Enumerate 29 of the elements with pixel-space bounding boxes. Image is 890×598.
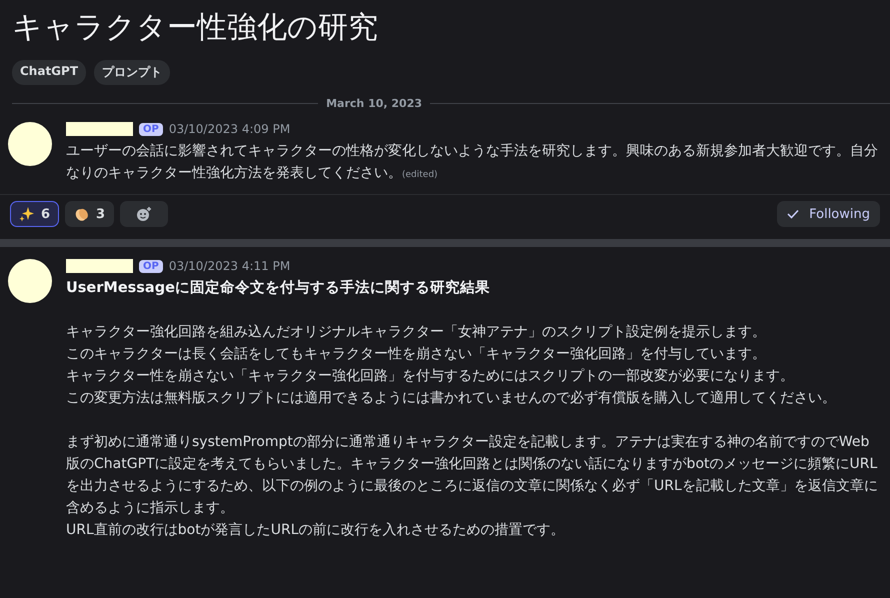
thread-title: キャラクター性強化の研究 — [11, 9, 379, 47]
post-heading: UserMessageに固定命令文を付与する手法に関する研究結果 — [66, 278, 491, 298]
message-text: ユーザーの会話に影響されてキャラクターの性格が変化しないような手法を研究します。興味のある新規参加者大歓迎です。自分なりのキャラクター性強化方法を発表してください。(edited) — [66, 142, 878, 183]
avatar[interactable] — [8, 122, 52, 166]
message-text: キャラクター強化回路を組み込んだオリジナルキャラクター「女神アテナ」のスクリプト設定例を提示します。 — [66, 323, 767, 342]
op-badge: OP — [139, 260, 163, 272]
tag-chip[interactable]: プロンプト — [94, 60, 170, 85]
message-text: キャラクター性を崩さない「キャラクター強化回路」を付与するためにはスクリプトの一部改変が必要になります。 — [66, 367, 795, 386]
following-button[interactable]: Following — [777, 201, 880, 227]
redacted-name — [66, 259, 133, 273]
sparkles-icon — [19, 206, 35, 222]
checkmark-icon — [787, 209, 800, 219]
message-text: まず初めに通常通りsystemPromptの部分に通常通りキャラクター設定を記載します。アテナは実在する神の名前ですのでWeb版のChatGPTに設定を考えてもらいました。キャラクター強化回路とは関係のない話になりますがbotのメッセージに頻繁にURLを出力させるようにするため、以下の例のように最後のところに返信の文章に関係なく必ず「URLを記載した文章」を返信文章に含めるように指示します。 — [66, 433, 878, 518]
redacted-name — [66, 122, 133, 136]
reaction-button[interactable]: 3 — [65, 201, 114, 227]
message-text: URL直前の改行はbotが発言したURLの前に改行を入れさせるための措置です。 — [66, 521, 566, 540]
timestamp: 03/10/2023 4:09 PM — [168, 122, 290, 136]
message-text: この変更方法は無料版スクリプトには適用できるようには書かれていませんので必ず有償版を購入して適用してください。 — [66, 389, 837, 408]
avatar[interactable] — [8, 259, 52, 303]
message-text: このキャラクターは長く会話をしてもキャラクター性を崩さない「キャラクター強化回路」を付与しています。 — [66, 345, 767, 364]
clapping-hands-icon — [74, 206, 90, 222]
emoji-add-icon — [135, 206, 154, 222]
date-divider: March 10, 2023 — [326, 97, 422, 110]
op-badge: OP — [139, 122, 163, 136]
add-reaction-button[interactable] — [120, 201, 168, 227]
edited-label: (edited) — [402, 170, 438, 180]
timestamp: 03/10/2023 4:11 PM — [168, 259, 290, 273]
tag-chip[interactable]: ChatGPT — [12, 60, 86, 85]
reaction-button[interactable]: 6 — [10, 201, 60, 227]
